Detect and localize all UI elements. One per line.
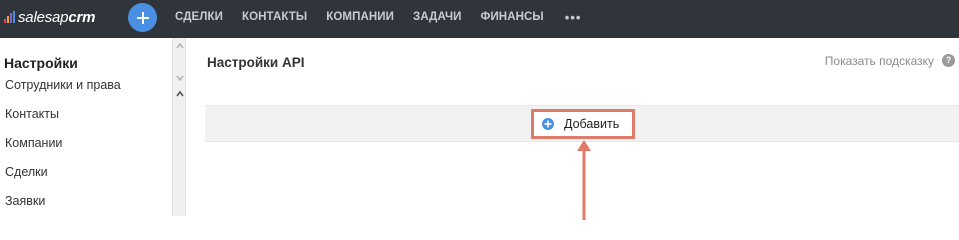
nav-tasks[interactable]: ЗАДАЧИ — [413, 11, 462, 23]
nav-finance[interactable]: ФИНАНСЫ — [481, 11, 544, 23]
add-api-key-button[interactable]: Добавить — [531, 109, 635, 139]
settings-sidebar: Сотрудники и права Настройки Контакты Ко… — [0, 38, 172, 216]
sidebar-scrollbar[interactable] — [172, 38, 186, 216]
sidebar-title: Настройки — [4, 55, 172, 74]
logo[interactable]: salesapcrm — [4, 7, 95, 27]
logo-bars-icon — [4, 11, 15, 23]
plus-icon — [136, 11, 149, 24]
pointer-arrow-icon — [577, 140, 591, 220]
nav-contacts[interactable]: КОНТАКТЫ — [242, 11, 307, 23]
show-hint-link[interactable]: Показать подсказку — [825, 54, 934, 68]
nav-companies[interactable]: КОМПАНИИ — [326, 11, 394, 23]
sidebar-item-contacts[interactable]: Контакты — [5, 107, 59, 121]
add-button-label: Добавить — [564, 117, 620, 131]
main-content: Настройки API Показать подсказку ? Добав… — [186, 38, 959, 220]
sidebar-item-deals[interactable]: Сделки — [5, 165, 48, 179]
plus-circle-icon — [542, 118, 554, 130]
chevron-up-icon[interactable] — [175, 41, 185, 51]
sidebar-item-requests[interactable]: Заявки — [5, 194, 45, 208]
more-menu-icon[interactable]: ••• — [565, 10, 582, 25]
logo-text: salesapcrm — [18, 8, 96, 26]
sidebar-item-employees[interactable]: Сотрудники и права — [5, 78, 121, 92]
chevron-up-icon[interactable] — [175, 89, 185, 99]
quick-add-button[interactable] — [128, 3, 157, 32]
help-icon[interactable]: ? — [942, 54, 955, 67]
top-bar: salesapcrm СДЕЛКИ КОНТАКТЫ КОМПАНИИ ЗАДА… — [0, 0, 959, 38]
sidebar-item-companies[interactable]: Компании — [5, 136, 62, 150]
page-title: Настройки API — [207, 55, 305, 70]
main-nav: СДЕЛКИ КОНТАКТЫ КОМПАНИИ ЗАДАЧИ ФИНАНСЫ … — [175, 0, 581, 34]
nav-deals[interactable]: СДЕЛКИ — [175, 11, 223, 23]
chevron-down-icon[interactable] — [175, 73, 185, 83]
